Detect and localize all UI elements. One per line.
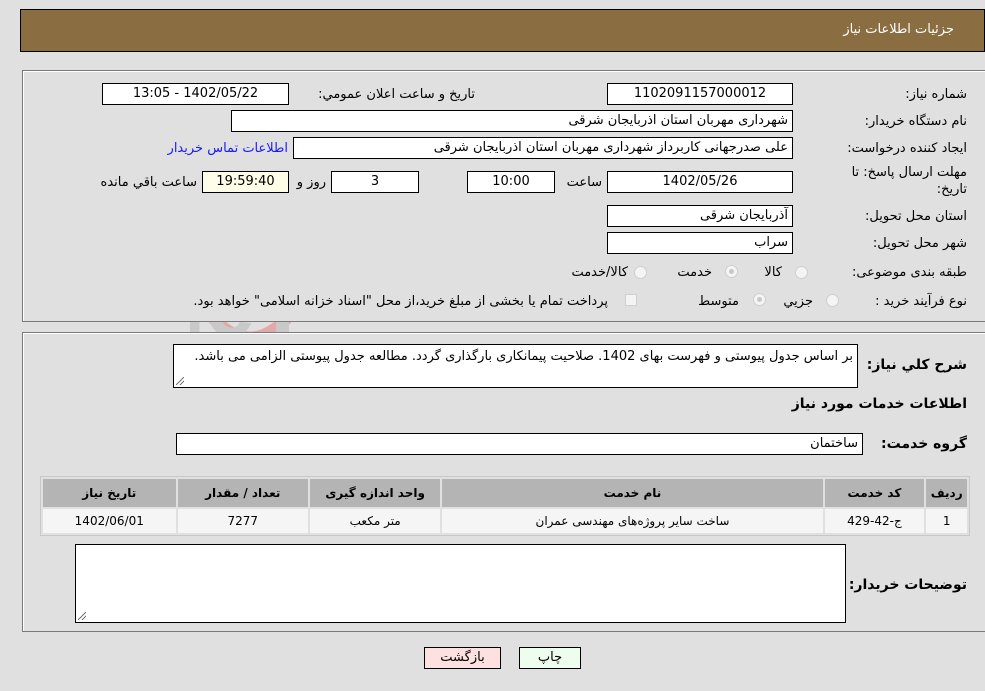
table-row: 1 ج-42-429 ساخت سایر پروژه‌های مهندسی عم… bbox=[43, 509, 967, 533]
description-text: بر اساس جدول پیوستی و فهرست بهای 1402. ص… bbox=[194, 349, 853, 364]
province-field: آذربایجان شرقی bbox=[607, 205, 793, 227]
announce-field: 1402/05/22 - 13:05 bbox=[102, 83, 289, 105]
category-option-goods-service: کالا/خدمت bbox=[571, 265, 628, 280]
category-radio-service[interactable] bbox=[725, 265, 738, 278]
announce-label: تاریخ و ساعت اعلان عمومي: bbox=[318, 87, 475, 102]
deadline-label-line2: تاریخ: bbox=[936, 182, 967, 197]
cell-service-code: ج-42-429 bbox=[824, 509, 925, 533]
col-service-name: نام خدمت bbox=[442, 479, 823, 507]
cell-need-date: 1402/06/01 bbox=[43, 509, 176, 533]
table-header-row: ردیف کد خدمت نام خدمت واحد اندازه گیری ت… bbox=[43, 479, 967, 507]
category-radio-goods-service[interactable] bbox=[634, 266, 647, 279]
deadline-date-field: 1402/05/26 bbox=[607, 171, 793, 193]
need-info-panel bbox=[22, 70, 985, 322]
buyer-notes-textarea[interactable] bbox=[75, 544, 846, 623]
page-header: جزئیات اطلاعات نیاز bbox=[20, 9, 985, 52]
time-remaining-field: 19:59:40 bbox=[202, 171, 289, 193]
description-textarea[interactable]: بر اساس جدول پیوستی و فهرست بهای 1402. ص… bbox=[173, 344, 858, 388]
buyer-org-label: نام دستگاه خریدار: bbox=[864, 114, 967, 129]
cell-service-name: ساخت سایر پروژه‌های مهندسی عمران bbox=[442, 509, 823, 533]
purchase-radio-medium[interactable] bbox=[753, 293, 766, 306]
treasury-note: پرداخت تمام یا بخشی از مبلغ خرید،از محل … bbox=[193, 294, 608, 309]
purchase-type-label: نوع فرآیند خرید : bbox=[875, 294, 967, 309]
deadline-time-label: ساعت bbox=[566, 175, 602, 190]
deadline-label-line1: مهلت ارسال پاسخ: تا bbox=[851, 165, 967, 180]
requester-field: علی صدرجهانی کاربرداز شهرداری مهربان است… bbox=[293, 137, 793, 159]
city-label: شهر محل تحویل: bbox=[872, 236, 967, 251]
buyer-notes-label: توضیحات خریدار: bbox=[848, 577, 967, 593]
category-radio-goods[interactable] bbox=[795, 266, 808, 279]
col-quantity: تعداد / مقدار bbox=[177, 479, 308, 507]
col-need-date: تاریخ نیاز bbox=[43, 479, 176, 507]
services-table: ردیف کد خدمت نام خدمت واحد اندازه گیری ت… bbox=[40, 476, 970, 536]
province-label: استان محل تحویل: bbox=[865, 209, 967, 224]
cell-unit: متر مکعب bbox=[309, 509, 441, 533]
col-unit: واحد اندازه گیری bbox=[309, 479, 441, 507]
treasury-checkbox[interactable] bbox=[625, 294, 637, 306]
col-row-number: ردیف bbox=[926, 479, 967, 507]
category-option-goods: کالا bbox=[764, 265, 782, 280]
deadline-time-field: 10:00 bbox=[467, 171, 555, 193]
resize-handle-icon[interactable] bbox=[78, 612, 86, 620]
page-title: جزئیات اطلاعات نیاز bbox=[843, 22, 954, 37]
category-label: طبقه بندی موضوعی: bbox=[851, 265, 967, 280]
resize-handle-icon[interactable] bbox=[176, 377, 184, 385]
cell-quantity: 7277 bbox=[177, 509, 308, 533]
service-group-field: ساختمان bbox=[176, 433, 863, 455]
back-button[interactable]: بازگشت bbox=[424, 647, 501, 669]
col-service-code: کد خدمت bbox=[824, 479, 925, 507]
days-remaining-field: 3 bbox=[331, 171, 419, 193]
requester-label: ایجاد کننده درخواست: bbox=[847, 141, 967, 156]
purchase-option-medium: متوسط bbox=[698, 294, 739, 309]
print-button[interactable]: چاپ bbox=[519, 647, 581, 669]
service-group-label: گروه خدمت: bbox=[881, 436, 967, 452]
purchase-option-minor: جزیي bbox=[783, 294, 813, 309]
time-remaining-label: ساعت باقي مانده bbox=[100, 175, 197, 190]
cell-row-number: 1 bbox=[926, 509, 967, 533]
buyer-contact-link[interactable]: اطلاعات تماس خریدار bbox=[168, 141, 288, 156]
description-label: شرح كلي نياز: bbox=[866, 357, 967, 373]
category-option-service: خدمت bbox=[677, 265, 712, 280]
purchase-radio-minor[interactable] bbox=[826, 294, 839, 307]
days-label: روز و bbox=[296, 175, 326, 190]
city-field: سراب bbox=[607, 232, 793, 254]
buyer-org-field: شهرداری مهربان استان اذربایجان شرقی bbox=[231, 110, 793, 132]
need-number-label: شماره نیاز: bbox=[905, 87, 967, 102]
need-number-field: 1102091157000012 bbox=[607, 83, 793, 105]
services-section-title: اطلاعات خدمات مورد نیاز bbox=[791, 396, 967, 412]
